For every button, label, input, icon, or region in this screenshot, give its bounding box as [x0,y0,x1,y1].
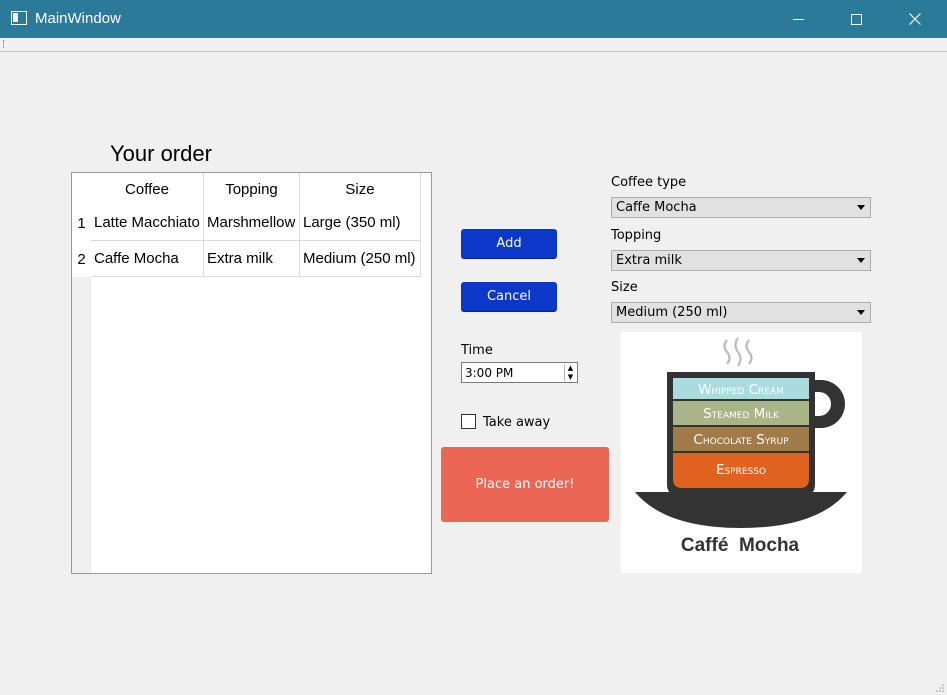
coffee-illustration: Whipped Cream Steamed Milk Chocolate Syr… [621,332,862,573]
column-header-coffee[interactable]: Coffee [91,173,204,205]
column-header-topping[interactable]: Topping [204,173,300,205]
title-bar[interactable]: MainWindow [0,0,947,38]
spin-up-arrow-icon[interactable]: ▲ [565,364,576,372]
coffee-cup-image: Whipped Cream Steamed Milk Chocolate Syr… [635,337,847,556]
coffee-type-value: Caffe Mocha [616,200,697,215]
time-spinbox[interactable]: 3:00 PM ▲ ▼ [461,362,578,383]
toolbar-area [0,38,947,52]
cell-coffee[interactable]: Latte Macchiato [91,205,204,241]
table-corner [72,173,91,205]
minimize-button[interactable] [775,0,821,38]
topping-value: Extra milk [616,253,682,268]
place-order-button[interactable]: Place an order! [441,447,609,522]
layer-label-whipped-cream: Whipped Cream [698,382,784,398]
size-select[interactable]: Medium (250 ml) [611,302,871,323]
maximize-icon [850,13,862,25]
topping-label: Topping [611,228,662,243]
window-title: MainWindow [35,10,121,27]
cell-size[interactable]: Large (350 ml) [300,205,421,241]
topping-select[interactable]: Extra milk [611,250,871,271]
resize-grip-icon [936,684,944,692]
take-away-checkbox[interactable] [461,414,476,429]
time-value[interactable]: 3:00 PM [465,366,513,380]
cancel-button[interactable]: Cancel [461,282,557,311]
window-resize-grip[interactable] [935,683,945,693]
cell-size[interactable]: Medium (250 ml) [300,241,421,277]
cell-coffee[interactable]: Caffe Mocha [91,241,204,277]
dropdown-arrow-icon [857,205,865,210]
toolbar-grip-handle[interactable] [3,40,6,48]
cup-handle [811,380,845,428]
spin-buttons: ▲ ▼ [564,364,576,381]
layer-label-espresso: Espresso [716,462,766,478]
main-window: MainWindow Your order Coffee Topping Siz… [0,0,947,695]
dropdown-arrow-icon [857,310,865,315]
cell-topping[interactable]: Marshmellow [204,205,300,241]
minimize-icon [792,18,804,20]
row-number[interactable]: 2 [72,241,91,277]
size-value: Medium (250 ml) [616,305,728,320]
coffee-type-select[interactable]: Caffe Mocha [611,197,871,218]
order-heading: Your order [110,141,212,166]
cell-topping[interactable]: Extra milk [204,241,300,277]
steam-icon [723,337,753,367]
column-header-size[interactable]: Size [300,173,421,205]
row-number[interactable]: 1 [72,205,91,241]
maximize-button[interactable] [833,0,879,38]
cup-saucer [635,492,847,528]
order-table[interactable]: Coffee Topping Size 1 Latte Macchiato Ma… [71,172,432,574]
coffee-type-label: Coffee type [611,175,687,190]
close-button[interactable] [892,0,938,38]
app-window-icon [11,11,27,25]
dropdown-arrow-icon [857,258,865,263]
take-away-label[interactable]: Take away [483,415,550,430]
illustration-caption: Caffé Mocha [681,535,800,556]
add-button[interactable]: Add [461,229,557,258]
spin-down-arrow-icon[interactable]: ▼ [565,373,576,381]
close-icon [909,13,921,25]
layer-label-steamed-milk: Steamed Milk [703,406,780,422]
size-label: Size [611,280,638,295]
layer-label-chocolate-syrup: Chocolate Syrup [693,432,789,448]
time-label: Time [461,343,493,358]
